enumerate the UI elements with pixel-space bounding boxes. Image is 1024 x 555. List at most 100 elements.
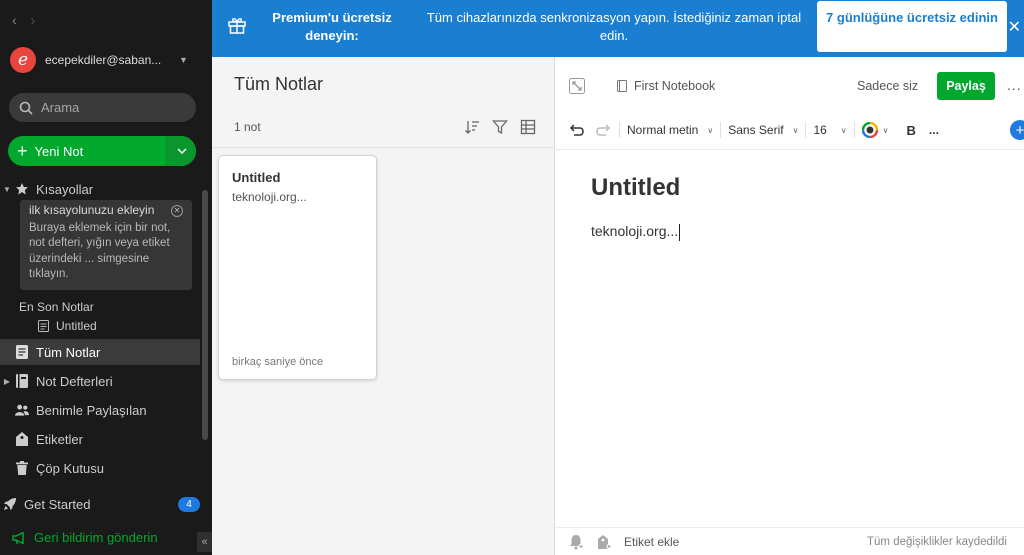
bold-button[interactable]: B: [907, 123, 916, 138]
recent-note-label: Untitled: [56, 319, 97, 333]
forward-arrow-icon[interactable]: ›: [31, 12, 36, 28]
note-card[interactable]: Untitled teknoloji.org... birkaç saniye …: [218, 155, 377, 380]
close-icon[interactable]: ✕: [171, 204, 183, 217]
get-started-item[interactable]: Get Started 4: [0, 494, 200, 514]
sidebar-item-shortcuts[interactable]: ▼ Kısayollar: [0, 176, 200, 202]
chevron-down-icon: ∨: [707, 125, 714, 135]
count-badge: 4: [178, 496, 200, 512]
share-button[interactable]: Paylaş: [937, 72, 995, 100]
collapse-sidebar-button[interactable]: «: [197, 532, 212, 552]
more-options-icon[interactable]: ...: [1007, 77, 1022, 93]
expand-icon[interactable]: [569, 78, 585, 94]
recent-note-item[interactable]: Untitled: [38, 319, 97, 333]
font-family-label: Sans Serif: [728, 123, 784, 137]
note-title[interactable]: Untitled: [591, 174, 680, 202]
feedback-link[interactable]: Geri bildirim gönderin: [12, 530, 158, 545]
editor-footer: Etiket ekle Tüm değişiklikler kaydedildi: [555, 527, 1024, 555]
note-icon: [38, 320, 49, 332]
notebook-icon: [15, 374, 29, 388]
search-box[interactable]: [9, 93, 196, 122]
megaphone-icon: [12, 531, 26, 544]
new-note-button-group: + Yeni Not: [8, 136, 196, 166]
text-style-label: Normal metin: [627, 123, 699, 137]
sidebar-item-trash[interactable]: Çöp Kutusu: [0, 455, 200, 481]
chevron-down-icon: [176, 148, 187, 154]
trash-icon: [15, 461, 29, 475]
recent-notes-title: En Son Notlar: [19, 300, 94, 314]
sidebar-item-all-notes[interactable]: Tüm Notlar: [0, 339, 200, 365]
sidebar: ‹ › e ecepekdiler@saban... ▼ + Yeni Not …: [0, 0, 212, 555]
note-card-time: birkaç saniye önce: [232, 356, 324, 368]
sidebar-item-label: Not Defterleri: [36, 373, 113, 389]
premium-title: Premium'u ücretsiz deneyin:: [272, 10, 392, 43]
sidebar-item-label: Benimle Paylaşılan: [36, 402, 147, 418]
free-trial-button[interactable]: 7 günlüğüne ücretsiz edinin: [817, 1, 1007, 52]
reminder-bell-icon[interactable]: [568, 534, 584, 550]
back-arrow-icon[interactable]: ‹: [12, 12, 17, 28]
font-family-dropdown[interactable]: Sans Serif ∨: [728, 123, 798, 137]
sidebar-scrollbar[interactable]: [202, 190, 208, 440]
sidebar-item-tags[interactable]: Etiketler: [0, 426, 200, 452]
visibility-label[interactable]: Sadece siz: [857, 79, 918, 93]
note-count: 1 not: [234, 120, 261, 134]
search-input[interactable]: [41, 100, 181, 115]
star-icon: [15, 182, 29, 196]
color-wheel-icon: [861, 122, 878, 138]
note-body[interactable]: teknoloji.org...: [591, 223, 681, 241]
redo-icon[interactable]: [596, 123, 612, 137]
undo-icon[interactable]: [568, 123, 584, 137]
history-nav: ‹ ›: [12, 12, 35, 28]
plus-icon: +: [17, 141, 28, 161]
filter-icon[interactable]: [492, 119, 508, 135]
text-style-dropdown[interactable]: Normal metin ∨: [627, 123, 713, 137]
insert-plus-button[interactable]: +: [1010, 120, 1024, 140]
premium-description: Tüm cihazlarınızda senkronizasyon yapın.…: [426, 10, 802, 43]
view-options-icon[interactable]: [520, 119, 536, 135]
account-email: ecepekdiler@saban...: [45, 53, 162, 67]
more-format-button[interactable]: ...: [929, 123, 939, 137]
sidebar-item-label: Etiketler: [36, 431, 83, 447]
note-editor: First Notebook Sadece siz Paylaş ... Nor…: [555, 57, 1024, 555]
sidebar-item-label: Tüm Notlar: [36, 344, 101, 360]
note-list-title: Tüm Notlar: [234, 74, 324, 94]
note-card-snippet: teknoloji.org...: [232, 190, 307, 204]
shortcuts-hint: ilk kısayolunuzu ekleyin ✕ Buraya ekleme…: [20, 200, 192, 290]
add-tag-icon[interactable]: [596, 534, 612, 550]
add-tag-label[interactable]: Etiket ekle: [624, 535, 679, 549]
new-note-button[interactable]: + Yeni Not: [8, 136, 166, 166]
editor-header: First Notebook Sadece siz Paylaş ...: [569, 71, 1024, 101]
new-note-label: Yeni Not: [34, 143, 84, 159]
text-cursor: [679, 223, 681, 241]
notebook-selector[interactable]: First Notebook: [617, 79, 715, 93]
new-note-dropdown[interactable]: [166, 136, 196, 166]
hint-body: Buraya eklemek için bir not, not defteri…: [29, 221, 171, 281]
close-icon[interactable]: ✕: [1008, 17, 1021, 37]
caret-right-icon[interactable]: ▶: [2, 377, 12, 386]
avatar: e: [10, 47, 36, 73]
caret-down-icon[interactable]: ▼: [2, 185, 12, 194]
sort-icon[interactable]: [464, 119, 480, 135]
sidebar-item-label: Çöp Kutusu: [36, 460, 104, 476]
rocket-icon: [3, 497, 17, 511]
feedback-label: Geri bildirim gönderin: [34, 530, 158, 545]
chevron-down-icon: ∨: [792, 125, 799, 135]
chevron-down-icon: ∨: [882, 125, 889, 135]
people-icon: [15, 403, 29, 417]
font-size-dropdown[interactable]: 16 ∨: [813, 123, 846, 137]
gift-icon: [228, 18, 246, 34]
sidebar-item-label: Kısayollar: [36, 181, 94, 197]
notebook-name: First Notebook: [634, 79, 716, 93]
sidebar-item-notebooks[interactable]: ▶ Not Defterleri: [0, 368, 200, 394]
sidebar-item-shared[interactable]: Benimle Paylaşılan: [0, 397, 200, 423]
chevron-down-icon: ▼: [179, 55, 188, 65]
tag-icon: [15, 432, 29, 446]
note-list-panel: Tüm Notlar 1 not Untitled teknoloji.org.…: [212, 57, 555, 555]
text-color-dropdown[interactable]: ∨: [861, 122, 889, 138]
chevron-down-icon: ∨: [840, 125, 847, 135]
notes-icon: [15, 345, 29, 359]
account-switcher[interactable]: e ecepekdiler@saban... ▼: [10, 47, 200, 73]
note-body-text: teknoloji.org...: [591, 223, 679, 239]
font-size-label: 16: [813, 123, 827, 137]
premium-banner: Premium'u ücretsiz deneyin: Tüm cihazlar…: [212, 0, 1024, 57]
notebook-icon: [617, 80, 627, 92]
